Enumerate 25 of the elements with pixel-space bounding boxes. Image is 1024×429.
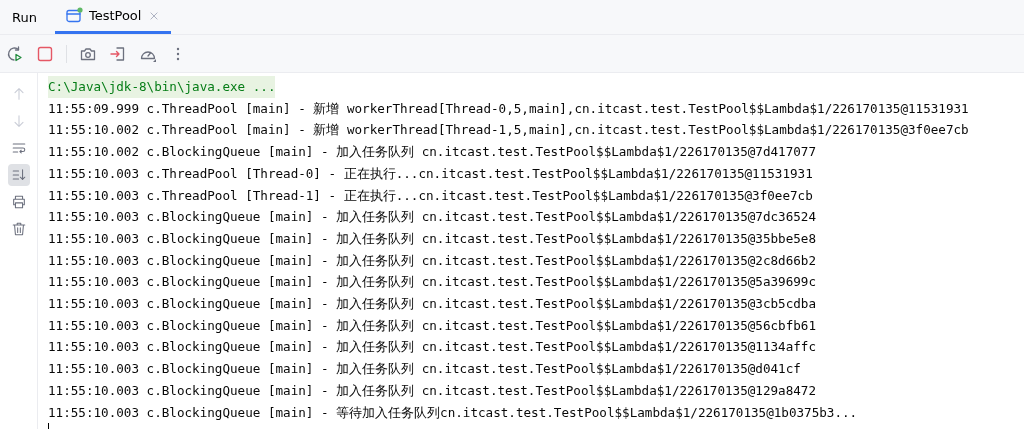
window-icon: [64, 6, 83, 25]
tool-window-title: Run: [11, 8, 38, 27]
log-line: 11:55:10.003 c.BlockingQueue [main] - 加入任务队列 cn.itcast.test.TestPool$$Lambda$1/226170135@129a8472: [48, 381, 816, 400]
log-line: 11:55:10.003 c.BlockingQueue [main] - 加入任务队列 cn.itcast.test.TestPool$$Lambda$1/226170135@1134affc: [48, 338, 816, 357]
log-line: 11:55:10.002 c.ThreadPool [main] - 新增 workerThread[Thread-1,5,main],cn.itcast.test.TestPool$$Lambda$1/226170135@3f0ee7cb: [48, 121, 969, 140]
log-line: 11:55:10.003 c.ThreadPool [Thread-1] - 正在执行...cn.itcast.test.TestPool$$Lambda$1/226170135@3f0ee7cb: [48, 186, 813, 205]
log-line: 11:55:10.003 c.BlockingQueue [main] - 加入任务队列 cn.itcast.test.TestPool$$Lambda$1/226170135@2c8d66b2: [48, 251, 816, 270]
log-line: 11:55:10.003 c.BlockingQueue [main] - 加入任务队列 cn.itcast.test.TestPool$$Lambda$1/226170135@d041cf: [48, 360, 801, 379]
log-line: 11:55:10.003 c.BlockingQueue [main] - 加入任务队列 cn.itcast.test.TestPool$$Lambda$1/226170135@35bbe5e8: [48, 229, 816, 248]
log-line: 11:55:10.003 c.BlockingQueue [main] - 加入任务队列 cn.itcast.test.TestPool$$Lambda$1/226170135@56cbfb61: [48, 316, 816, 335]
log-line: 11:55:10.003 c.ThreadPool [Thread-0] - 正在执行...cn.itcast.test.TestPool$$Lambda$1/226170135@11531931: [48, 164, 813, 183]
printer-icon: [10, 194, 27, 210]
log-line: 11:55:09.999 c.ThreadPool [main] - 新增 workerThread[Thread-0,5,main],cn.itcast.test.TestPool$$Lambda$1/226170135@11531931: [48, 99, 969, 118]
log-line: 11:55:10.003 c.BlockingQueue [main] - 等待加入任务队列cn.itcast.test.TestPool$$Lambda$1/226170135@1b0375b3...: [48, 403, 858, 422]
exit-icon[interactable]: [109, 44, 127, 63]
stop-icon[interactable]: [36, 44, 54, 63]
soft-wrap-icon: [10, 140, 27, 156]
log-line: 11:55:10.003 c.BlockingQueue [main] - 加入任务队列 cn.itcast.test.TestPool$$Lambda$1/226170135@5a39699c: [48, 273, 816, 292]
rerun-icon[interactable]: [6, 44, 24, 63]
log-line: 11:55:10.003 c.BlockingQueue [main] - 加入任务队列 cn.itcast.test.TestPool$$Lambda$1/226170135@7dc36524: [48, 208, 816, 227]
log-line: 11:55:10.003 c.BlockingQueue [main] - 加入任务队列 cn.itcast.test.TestPool$$Lambda$1/226170135@3cb5cdba: [48, 295, 816, 314]
scroll-to-end-icon: [10, 167, 27, 183]
gutter-button[interactable]: [7, 164, 30, 186]
trash-icon: [10, 221, 27, 237]
log-line: 11:55:10.002 c.BlockingQueue [main] - 加入任务队列 cn.itcast.test.TestPool$$Lambda$1/226170135@7d417077: [48, 143, 816, 162]
